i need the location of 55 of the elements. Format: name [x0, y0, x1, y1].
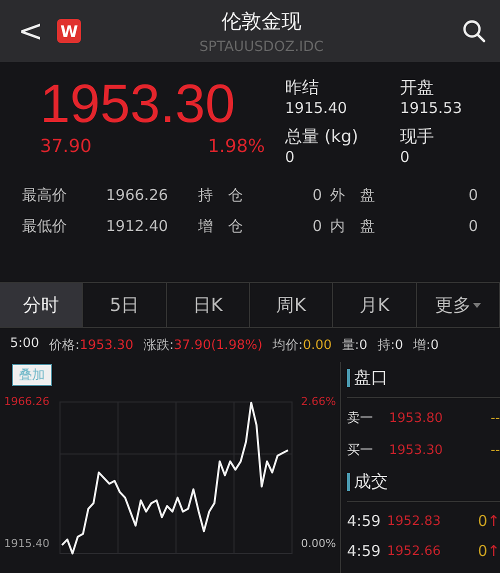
axis-label: 1915.40 [4, 537, 50, 550]
order-volume: -- [490, 442, 500, 458]
trade-price: 1952.66 [387, 544, 442, 558]
back-button[interactable]: < [14, 14, 48, 48]
stat-label: 总量 (kg) [285, 126, 360, 148]
page-title: 伦敦金现 [222, 8, 302, 34]
order-price: 1953.30 [389, 442, 444, 458]
detail-label: 增 仓 [198, 217, 244, 236]
info-item: 持:0 [377, 337, 404, 354]
detail-value: 0 [311, 217, 322, 236]
chart-tab[interactable]: 分时 [0, 283, 84, 327]
caret-icon [472, 302, 481, 308]
price-change: 37.90 [40, 136, 92, 157]
order-price: 1953.80 [389, 410, 444, 426]
stat-value: 1915.40 [285, 99, 348, 117]
detail-label: 外 盘 [330, 186, 376, 205]
stat-value: 0 [285, 148, 296, 166]
trade-time: 4:59 [347, 512, 382, 530]
detail-value: 0 [311, 186, 322, 205]
stat-value: 1915.53 [400, 99, 464, 117]
detail-value: 0 [467, 186, 478, 205]
time-label: 5:00 [10, 336, 40, 353]
detail-label: 内 盘 [330, 217, 376, 236]
axis-label: 1966.26 [4, 395, 50, 408]
search-icon[interactable] [462, 19, 486, 43]
order-label: 卖一 [347, 410, 374, 427]
trade-volume: 0↑ [476, 542, 500, 560]
detail-label: 最高价 [22, 186, 68, 205]
detail-label: 持 仓 [198, 186, 244, 205]
section-title: 盘口 [354, 367, 388, 389]
info-item: 量:0 [342, 337, 368, 354]
stat-label: 现手 [400, 126, 435, 148]
detail-value: 1966.26 [106, 186, 170, 205]
symbol-code: SPTAUUSDOZ.IDC [199, 38, 324, 54]
stat-label: 昨结 [285, 77, 320, 99]
stat-value: 0 [400, 148, 411, 166]
info-item: 价格:1953.30 [49, 337, 134, 354]
stat-label: 开盘 [400, 77, 435, 99]
axis-label: 0.00% [301, 537, 336, 550]
info-item: 均价:0.00 [272, 337, 332, 354]
last-price: 1953.30 [40, 76, 236, 132]
trade-price: 1952.83 [387, 514, 442, 528]
info-item: 涨跌:37.90(1.98%) [143, 337, 262, 354]
section-title: 成交 [354, 471, 388, 493]
info-item: 增:0 [413, 337, 439, 354]
trade-time: 4:59 [347, 542, 382, 560]
trade-volume: 0↑ [476, 512, 500, 530]
percent-change: 1.98% [208, 136, 265, 157]
detail-label: 最低价 [22, 217, 68, 236]
detail-value: 1912.40 [106, 217, 170, 236]
axis-label: 2.66% [301, 395, 336, 408]
order-label: 买一 [347, 442, 374, 459]
app-logo: W [57, 19, 82, 43]
order-volume: -- [490, 410, 500, 426]
detail-value: 0 [467, 217, 478, 236]
